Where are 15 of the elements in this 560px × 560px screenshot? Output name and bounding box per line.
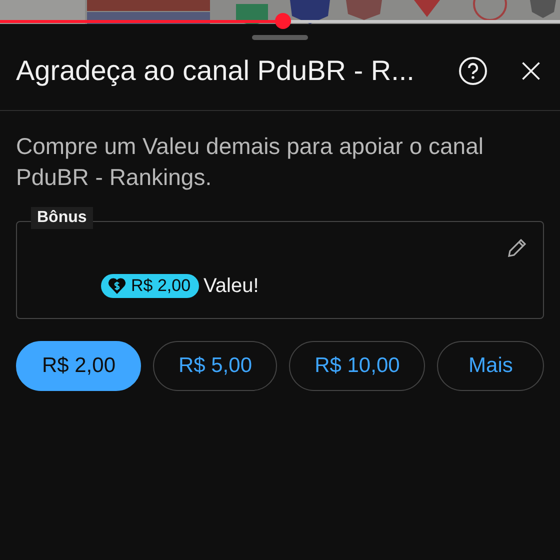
heart-dollar-icon bbox=[107, 276, 127, 296]
dialog-title: Agradeça ao canal PduBR - R... bbox=[16, 55, 416, 87]
amount-button[interactable]: Mais bbox=[437, 341, 544, 391]
chip-amount: R$ 2,00 bbox=[131, 276, 191, 296]
amount-button[interactable]: R$ 10,00 bbox=[288, 341, 426, 391]
message-text: Valeu! bbox=[204, 274, 259, 298]
amount-button[interactable]: R$ 2,00 bbox=[16, 341, 142, 391]
pencil-icon[interactable] bbox=[505, 236, 529, 260]
description-text: Compre um Valeu demais para apoiar o canal PduBR - Rankings. bbox=[16, 132, 484, 192]
field-label: Bônus bbox=[31, 207, 93, 229]
help-icon[interactable] bbox=[458, 56, 488, 86]
drag-handle[interactable] bbox=[252, 35, 308, 40]
amount-button[interactable]: R$ 5,00 bbox=[153, 341, 277, 391]
close-icon[interactable] bbox=[520, 60, 542, 82]
progress-track[interactable] bbox=[0, 20, 560, 23]
